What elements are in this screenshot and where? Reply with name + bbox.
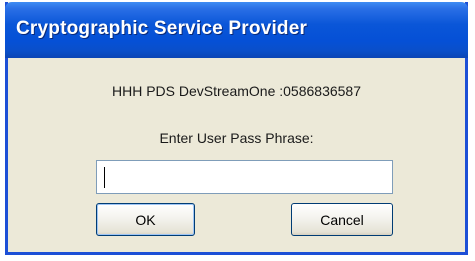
ok-button[interactable]: OK — [96, 203, 195, 236]
cryptographic-dialog: Cryptographic Service Provider HHH PDS D… — [5, 2, 468, 255]
passphrase-prompt-label: Enter User Pass Phrase: — [159, 130, 314, 146]
dialog-title: Cryptographic Service Provider — [16, 18, 308, 39]
passphrase-input[interactable] — [96, 160, 393, 194]
cancel-button[interactable]: Cancel — [291, 203, 393, 236]
title-bar[interactable]: Cryptographic Service Provider — [5, 2, 468, 58]
text-caret — [104, 167, 105, 188]
provider-label: HHH PDS DevStreamOne :0586836587 — [111, 83, 362, 99]
